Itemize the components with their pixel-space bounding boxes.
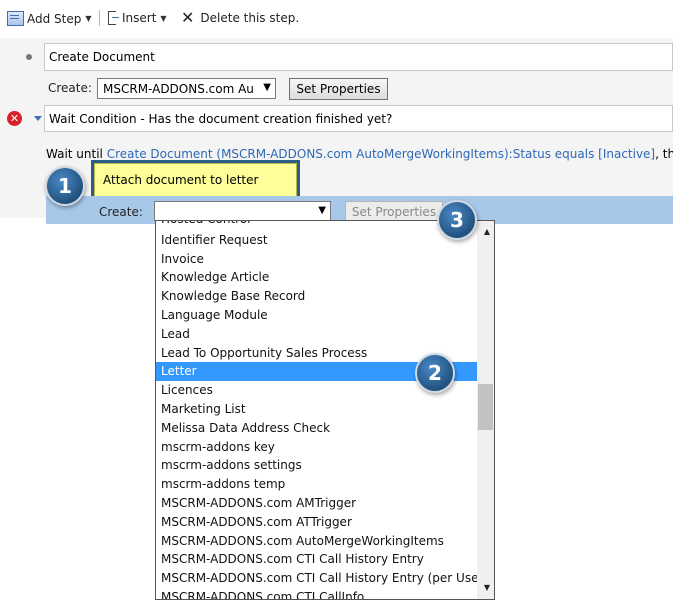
- step-name-field[interactable]: Create Document: [44, 43, 673, 71]
- wait-condition-name-field[interactable]: Wait Condition - Has the document creati…: [44, 105, 673, 132]
- add-step-icon: [7, 11, 24, 26]
- list-item[interactable]: MSCRM-ADDONS.com AutoMergeWorkingItems: [156, 532, 478, 551]
- list-item[interactable]: Marketing List: [156, 400, 478, 419]
- step-bullet: [26, 54, 32, 60]
- list-item[interactable]: Melissa Data Address Check: [156, 419, 478, 438]
- inner-set-properties-label: Set Properties: [351, 205, 437, 219]
- chevron-down-icon: ▼: [160, 13, 167, 23]
- wait-condition-text: Wait until Create Document (MSCRM-ADDONS…: [46, 147, 673, 161]
- entity-dropdown-list[interactable]: Hosted Control Identifier Request Invoic…: [155, 220, 495, 600]
- callout-badge-1: 1: [45, 166, 85, 206]
- condition-suffix: , then:: [655, 147, 673, 161]
- list-item[interactable]: Knowledge Base Record: [156, 287, 478, 306]
- insert-button[interactable]: Insert ▼: [107, 11, 167, 25]
- list-item[interactable]: Lead: [156, 325, 478, 344]
- list-item[interactable]: MSCRM-ADDONS.com CTI Call History Entry …: [156, 569, 478, 588]
- collapse-arrow-icon[interactable]: [34, 116, 42, 121]
- list-item[interactable]: MSCRM-ADDONS.com CTI Call History Entry: [156, 550, 478, 569]
- insert-icon: [107, 11, 119, 25]
- inner-step-name-field[interactable]: Attach document to letter: [94, 163, 297, 197]
- callout-badge-3: 3: [437, 200, 477, 240]
- list-item[interactable]: mscrm-addons key: [156, 438, 478, 457]
- wait-condition-title: Wait Condition - Has the document creati…: [49, 111, 393, 126]
- callout-badge-2: 2: [415, 353, 455, 393]
- list-item[interactable]: Invoice: [156, 250, 478, 269]
- entity-select[interactable]: MSCRM-ADDONS.com Au ▼: [97, 78, 276, 99]
- list-item[interactable]: Language Module: [156, 306, 478, 325]
- create-label: Create:: [48, 81, 92, 95]
- dropdown-scrollbar[interactable]: ▲ ▼: [477, 221, 494, 599]
- list-item[interactable]: Knowledge Article: [156, 268, 478, 287]
- toolbar-divider: [99, 10, 100, 26]
- close-icon: ✕: [181, 8, 195, 27]
- entity-select-value: MSCRM-ADDONS.com Au: [103, 81, 254, 96]
- scroll-up-icon[interactable]: ▲: [484, 227, 490, 236]
- list-item[interactable]: MSCRM-ADDONS.com ATTrigger: [156, 513, 478, 532]
- error-icon: ✕: [7, 111, 22, 126]
- step-name-text: Create Document: [49, 50, 155, 64]
- delete-step-label: Delete this step.: [200, 11, 300, 25]
- inner-entity-select[interactable]: ▼: [154, 201, 331, 221]
- wait-until-prefix: Wait until: [46, 147, 103, 161]
- add-step-label: Add Step: [27, 11, 82, 26]
- list-item[interactable]: MSCRM-ADDONS.com CTI CallInfo: [156, 588, 478, 599]
- dropdown-arrow-icon: ▼: [318, 205, 326, 216]
- scrollbar-thumb[interactable]: [478, 384, 493, 430]
- list-item[interactable]: mscrm-addons temp: [156, 475, 478, 494]
- list-item[interactable]: MSCRM-ADDONS.com AMTrigger: [156, 494, 478, 513]
- inner-create-label: Create:: [99, 205, 143, 219]
- chevron-down-icon: ▼: [85, 14, 92, 23]
- insert-label: Insert: [122, 11, 157, 25]
- condition-link[interactable]: Create Document (MSCRM-ADDONS.com AutoMe…: [107, 147, 655, 161]
- set-properties-label: Set Properties: [296, 82, 381, 96]
- dropdown-arrow-icon: ▼: [263, 82, 271, 93]
- inner-step-title: Attach document to letter: [103, 173, 259, 187]
- list-item[interactable]: mscrm-addons settings: [156, 456, 478, 475]
- set-properties-button[interactable]: Set Properties: [289, 78, 388, 100]
- toolbar: Add Step ▼ Insert ▼ ✕ Delete this step.: [0, 0, 673, 38]
- scroll-down-icon[interactable]: ▼: [484, 583, 490, 592]
- list-item[interactable]: Identifier Request: [156, 231, 478, 250]
- list-item[interactable]: Hosted Control: [156, 221, 478, 229]
- add-step-button[interactable]: Add Step ▼: [7, 11, 92, 26]
- delete-step-button[interactable]: ✕ Delete this step.: [181, 8, 300, 27]
